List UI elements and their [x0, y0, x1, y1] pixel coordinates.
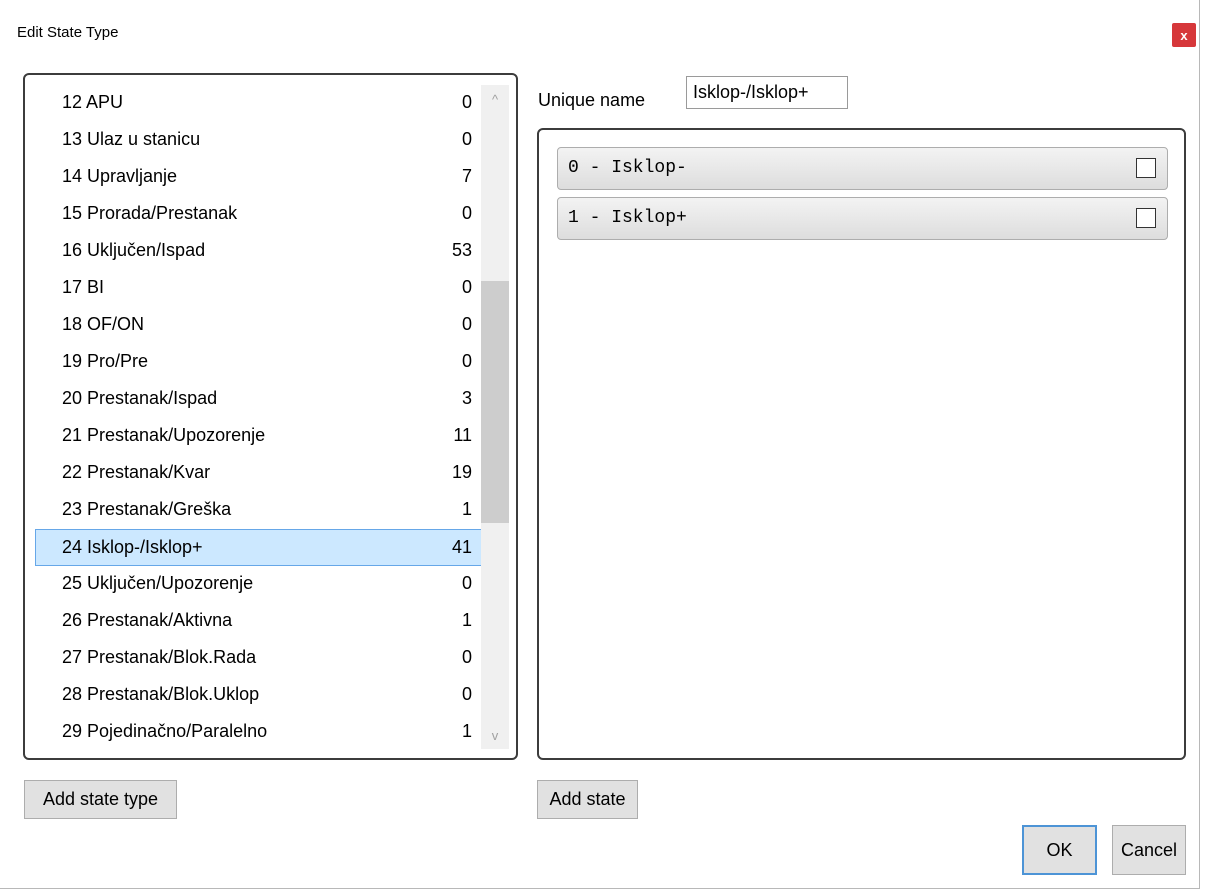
state-type-list-scrollbar[interactable]: ^ v [481, 85, 509, 749]
state-type-count: 1 [461, 610, 472, 630]
state-type-row[interactable]: 21 Prestanak/Upozorenje 11 [35, 418, 483, 455]
state-type-count: 1 [461, 499, 472, 519]
state-type-label: 25 Uključen/Upozorenje [62, 573, 254, 593]
state-type-count: 0 [461, 647, 472, 667]
state-type-label: 24 Isklop-/Isklop+ [62, 537, 203, 557]
add-state-button[interactable]: Add state [537, 780, 638, 819]
state-type-list[interactable]: 12 APU 0 13 Ulaz u stanicu 0 14 Upravljanj… [35, 85, 483, 751]
state-label: 0 - Isklop- [568, 158, 687, 178]
state-type-label: 15 Prorada/Prestanak [62, 203, 238, 223]
state-type-row[interactable]: 16 Uključen/Ispad 53 [35, 233, 483, 270]
state-type-count: 0 [461, 351, 472, 371]
state-type-row[interactable]: 20 Prestanak/Ispad 3 [35, 381, 483, 418]
state-type-label: 14 Upravljanje [62, 166, 178, 186]
state-type-label: 18 OF/ON [62, 314, 145, 334]
close-button[interactable]: x [1172, 23, 1196, 47]
state-type-row[interactable]: 28 Prestanak/Blok.Uklop 0 [35, 677, 483, 714]
state-type-row[interactable]: 14 Upravljanje 7 [35, 159, 483, 196]
state-type-row[interactable]: 29 Pojedinačno/Paralelno 1 [35, 714, 483, 751]
state-type-count: 19 [451, 462, 472, 482]
state-type-list-panel: 12 APU 0 13 Ulaz u stanicu 0 14 Upravljanj… [23, 73, 518, 760]
state-type-label: 21 Prestanak/Upozorenje [62, 425, 266, 445]
dialog-title: Edit State Type [17, 24, 119, 41]
state-type-label: 22 Prestanak/Kvar [62, 462, 211, 482]
state-type-row-selected[interactable]: 24 Isklop-/Isklop+ 41 [35, 529, 483, 566]
state-type-count: 0 [461, 129, 472, 149]
states-panel: 0 - Isklop- 1 - Isklop+ [537, 128, 1186, 760]
state-type-count: 7 [461, 166, 472, 186]
state-type-row[interactable]: 12 APU 0 [35, 85, 483, 122]
state-type-label: 20 Prestanak/Ispad [62, 388, 218, 408]
state-type-row[interactable]: 13 Ulaz u stanicu 0 [35, 122, 483, 159]
edit-state-type-dialog: Edit State Type x 12 APU 0 13 Ulaz u stan… [0, 0, 1200, 889]
state-type-label: 28 Prestanak/Blok.Uklop [62, 684, 260, 704]
state-type-row[interactable]: 17 BI 0 [35, 270, 483, 307]
cancel-button[interactable]: Cancel [1112, 825, 1186, 875]
state-type-row[interactable]: 18 OF/ON 0 [35, 307, 483, 344]
state-type-count: 53 [451, 240, 472, 260]
state-checkbox[interactable] [1136, 158, 1156, 178]
state-type-label: 26 Prestanak/Aktivna [62, 610, 233, 630]
scrollbar-thumb[interactable] [481, 281, 509, 523]
state-type-label: 12 APU [62, 92, 124, 112]
state-item[interactable]: 0 - Isklop- [557, 147, 1168, 190]
state-label: 1 - Isklop+ [568, 208, 687, 228]
state-type-row[interactable]: 27 Prestanak/Blok.Rada 0 [35, 640, 483, 677]
chevron-down-icon[interactable]: v [481, 724, 509, 746]
state-type-row[interactable]: 22 Prestanak/Kvar 19 [35, 455, 483, 492]
state-type-count: 0 [461, 92, 472, 112]
state-type-label: 29 Pojedinačno/Paralelno [62, 721, 268, 741]
state-type-row[interactable]: 19 Pro/Pre 0 [35, 344, 483, 381]
state-type-row[interactable]: 26 Prestanak/Aktivna 1 [35, 603, 483, 640]
state-type-count: 11 [453, 425, 472, 445]
state-type-label: 17 BI [62, 277, 105, 297]
state-type-count: 0 [461, 573, 472, 593]
state-type-count: 0 [461, 684, 472, 704]
state-type-label: 19 Pro/Pre [62, 351, 149, 371]
ok-button[interactable]: OK [1022, 825, 1097, 875]
state-type-count: 41 [451, 537, 472, 557]
state-type-row[interactable]: 15 Prorada/Prestanak 0 [35, 196, 483, 233]
state-type-count: 1 [461, 721, 472, 741]
state-type-count: 3 [461, 388, 472, 408]
state-type-row[interactable]: 23 Prestanak/Greška 1 [35, 492, 483, 529]
state-type-row[interactable]: 25 Uključen/Upozorenje 0 [35, 566, 483, 603]
unique-name-label: Unique name [538, 90, 646, 110]
state-type-count: 0 [461, 277, 472, 297]
chevron-up-icon[interactable]: ^ [481, 88, 509, 110]
state-checkbox[interactable] [1136, 208, 1156, 228]
add-state-type-button[interactable]: Add state type [24, 780, 177, 819]
unique-name-input[interactable] [686, 76, 848, 109]
state-type-label: 23 Prestanak/Greška [62, 499, 232, 519]
state-type-count: 0 [461, 203, 472, 223]
state-type-count: 0 [461, 314, 472, 334]
state-item[interactable]: 1 - Isklop+ [557, 197, 1168, 240]
state-type-label: 13 Ulaz u stanicu [62, 129, 201, 149]
state-type-label: 27 Prestanak/Blok.Rada [62, 647, 257, 667]
state-type-label: 16 Uključen/Ispad [62, 240, 206, 260]
